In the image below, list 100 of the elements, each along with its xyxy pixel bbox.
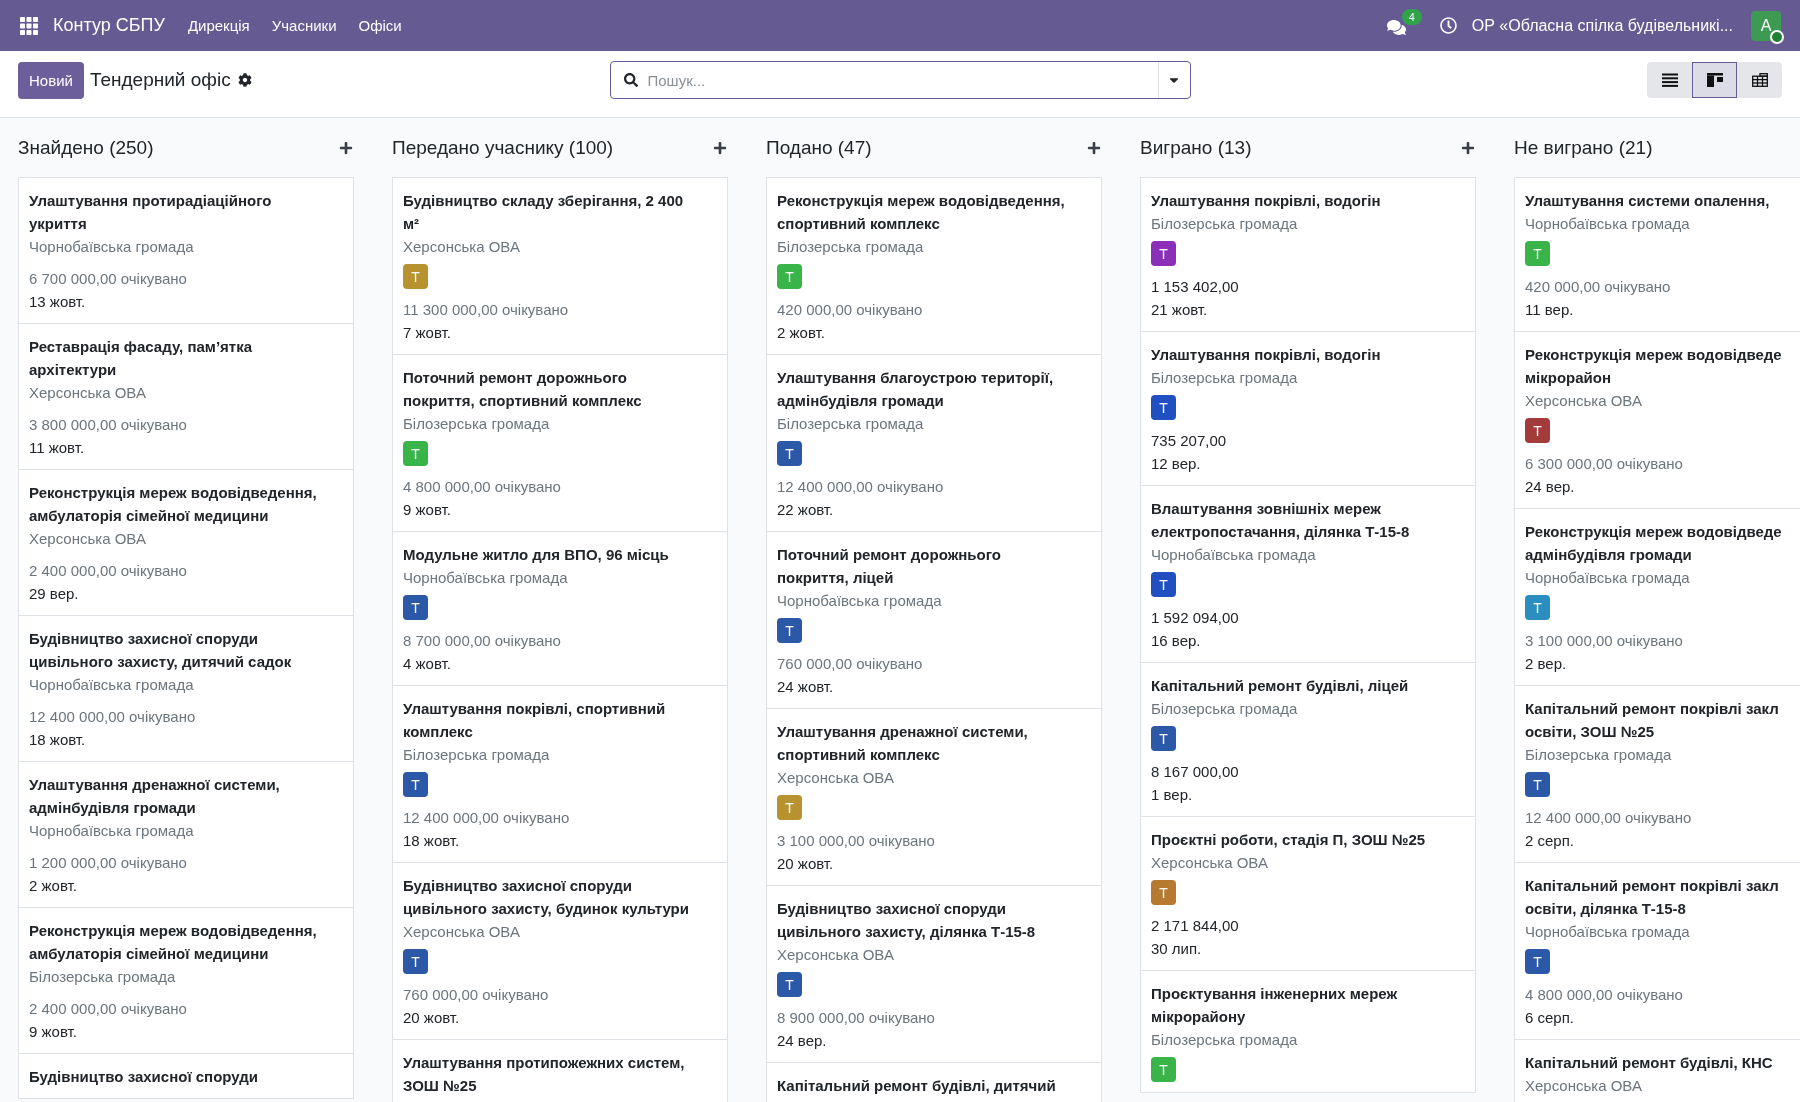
user-avatar: Т (1151, 241, 1176, 266)
plus-icon[interactable] (1461, 141, 1475, 155)
card-amount: 8 900 000,00 очікувано (777, 1008, 935, 1028)
apps-grid-icon[interactable] (20, 16, 38, 35)
kanban-card[interactable]: Реконструкція мереж водовідведення, амбулаторія сімейної медицини Херсонська ОВА 2 400 000,00 очікувано 29 вер. (18, 469, 354, 616)
search-icon (623, 73, 638, 87)
kanban-card[interactable]: Проєктування інженерних мереж мікрорайону Білозерська громада Т (1140, 970, 1476, 1093)
kanban-card[interactable]: Реставрація фасаду, пам’ятка архітектури Херсонська ОВА 3 800 000,00 очікувано 11 жовт. (18, 323, 354, 470)
card-title: Влаштування зовнішніх мереж електропостачання, ділянка Т-15-8 (1151, 499, 1410, 542)
kanban-card[interactable]: Модульне житло для ВПО, 96 місць Чорнобаївська громада Т 8 700 000,00 очікувано 4 жовт. (392, 531, 728, 686)
menu-item[interactable]: Офіси (347, 17, 413, 34)
card-subtitle: Чорнобаївська громада (29, 821, 194, 841)
kanban-card[interactable]: Реконструкція мереж водовідведе мікрорайон Херсонська ОВА Т 6 300 000,00 очікувано 24 вер. (1514, 331, 1800, 509)
chat-icon[interactable] (1386, 17, 1406, 37)
card-amount: 1 592 094,00 (1151, 608, 1239, 628)
kanban-card[interactable]: Поточний ремонт дорожнього покриття, ліцей Чорнобаївська громада Т 760 000,00 очікувано 24 жовт. (766, 531, 1102, 709)
user-avatar: Т (403, 264, 428, 289)
card-title: Капітальний ремонт будівлі, КНС (1525, 1053, 1773, 1073)
user-avatar: Т (1151, 395, 1176, 420)
kanban-card[interactable]: Проєктні роботи, стадія П, ЗОШ №25 Херсонська ОВА Т 2 171 844,00 30 лип. (1140, 816, 1476, 971)
kanban-card[interactable]: Капітальний ремонт покрівлі закл освіти, ділянка Т-15-8 Чорнобаївська громада Т 4 800 000,00 очікувано 6 серп. (1514, 862, 1800, 1040)
card-date: 12 вер. (1151, 454, 1201, 474)
kanban-card[interactable]: Капітальний ремонт будівлі, ліцей Білозерська громада Т 8 167 000,00 1 вер. (1140, 662, 1476, 817)
card-date: 20 жовт. (777, 854, 834, 874)
user-avatar: Т (1151, 572, 1176, 597)
new-button[interactable]: Новий (18, 61, 84, 99)
card-title: Модульне житло для ВПО, 96 місць (403, 545, 669, 565)
menu-item[interactable]: Дирекція (176, 17, 261, 34)
table-view-button[interactable] (1737, 62, 1782, 98)
menu-item[interactable]: Учасники (260, 17, 348, 34)
card-amount: 2 400 000,00 очікувано (29, 561, 187, 581)
kanban-card[interactable]: Улаштування дренажної системи, спортивний комплекс Херсонська ОВА Т 3 100 000,00 очікувано 20 жовт. (766, 708, 1102, 886)
card-amount: 760 000,00 очікувано (403, 985, 549, 1005)
kanban-card[interactable]: Будівництво захисної споруди цивільного захисту, дитячий садок Чорнобаївська громада 12 400 000,00 очікувано 18 жовт. (18, 615, 354, 762)
kanban-card[interactable]: Улаштування системи опалення, Чорнобаївська громада Т 420 000,00 очікувано 11 вер. (1514, 177, 1800, 332)
card-title: Капітальний ремонт покрівлі закл освіти, ЗОШ №25 (1525, 699, 1779, 742)
kanban-card[interactable]: Влаштування зовнішніх мереж електропостачання, ділянка Т-15-8 Чорнобаївська громада Т 1 592 094,00 16 вер. (1140, 485, 1476, 663)
kanban-card[interactable]: Улаштування покрівлі, водогін Білозерська громада Т 735 207,00 12 вер. (1140, 331, 1476, 486)
kanban-card[interactable]: Будівництво захисної споруди цивільного захисту, ділянка Т-15-8 Херсонська ОВА Т 8 900 000,00 очікувано 24 вер. (766, 885, 1102, 1063)
card-title: Проєктування інженерних мереж мікрорайону (1151, 984, 1398, 1027)
kanban-card[interactable]: Будівництво захисної споруди (18, 1053, 354, 1099)
card-title: Улаштування дренажної системи, спортивний комплекс (777, 722, 1028, 765)
kanban-card[interactable]: Реконструкція мереж водовідведення, спортивний комплекс Білозерська громада Т 420 000,00 очікувано 2 жовт. (766, 177, 1102, 355)
company-name[interactable]: ОР «Обласна спілка будівельникі... (1471, 16, 1733, 35)
app-title[interactable]: Контур СБПУ (53, 15, 165, 36)
card-date: 22 жовт. (777, 500, 834, 520)
card-subtitle: Білозерська громада (1151, 368, 1298, 388)
kanban-card[interactable]: Улаштування дренажної системи, адмінбудівля громади Чорнобаївська громада 1 200 000,00 очікувано 2 жовт. (18, 761, 354, 908)
kanban-card[interactable]: Реконструкція мереж водовідведення, амбулаторія сімейної медицини Білозерська громада 2 400 000,00 очікувано 9 жовт. (18, 907, 354, 1054)
card-title: Улаштування системи опалення, (1525, 191, 1770, 211)
card-date: 2 серп. (1525, 831, 1574, 851)
card-date: 7 жовт. (403, 323, 451, 343)
card-amount: 1 200 000,00 очікувано (29, 853, 187, 873)
search-field[interactable]: Пошук... (609, 61, 1191, 99)
user-avatar: Т (403, 595, 428, 620)
column-title: Знайдено (250) (18, 137, 154, 159)
kanban-card[interactable]: Улаштування протипожежних систем, ЗОШ №25 (392, 1039, 728, 1102)
kanban-card[interactable]: Улаштування благоустрою території, адмінбудівля громади Білозерська громада Т 12 400 000,00 очікувано 22 жовт. (766, 354, 1102, 532)
card-subtitle: Херсонська ОВА (1151, 853, 1268, 873)
card-subtitle: Білозерська громада (1151, 699, 1298, 719)
user-avatar: Т (403, 949, 428, 974)
kanban-card[interactable]: Улаштування покрівлі, водогін Білозерська громада Т 1 153 402,00 21 жовт. (1140, 177, 1476, 332)
card-subtitle: Чорнобаївська громада (777, 591, 942, 611)
kanban-card[interactable]: Будівництво складу зберігання, 2 400 м² Херсонська ОВА Т 11 300 000,00 очікувано 7 жовт. (392, 177, 728, 355)
plus-icon[interactable] (339, 141, 353, 155)
user-avatar: Т (1525, 418, 1550, 443)
kanban-card[interactable]: Улаштування покрівлі, спортивний комплекс Білозерська громада Т 12 400 000,00 очікувано 18 жовт. (392, 685, 728, 863)
plus-icon[interactable] (713, 141, 727, 155)
kanban-card[interactable]: Капітальний ремонт покрівлі закл освіти, ЗОШ №25 Білозерська громада Т 12 400 000,00 очікувано 2 серп. (1514, 685, 1800, 863)
kanban-card[interactable]: Реконструкція мереж водовідведе адмінбудівля громади Чорнобаївська громада Т 3 100 000,00 очікувано 2 вер. (1514, 508, 1800, 686)
kanban-view-button[interactable] (1692, 62, 1737, 98)
kanban-card[interactable]: Капітальний ремонт будівлі, дитячий (766, 1062, 1102, 1102)
kanban-card[interactable]: Улаштування протирадіаційного укриття Чорнобаївська громада 6 700 000,00 очікувано 13 жовт. (18, 177, 354, 324)
card-date: 18 жовт. (403, 831, 460, 851)
notification-badge: 4 (1401, 8, 1422, 25)
list-view-button[interactable] (1647, 62, 1692, 98)
card-subtitle: Херсонська ОВА (403, 922, 520, 942)
card-amount: 8 167 000,00 (1151, 762, 1239, 782)
card-subtitle: Херсонська ОВА (777, 768, 894, 788)
card-title: Улаштування покрівлі, водогін (1151, 191, 1381, 211)
kanban-card[interactable]: Будівництво захисної споруди цивільного захисту, будинок культури Херсонська ОВА Т 760 000,00 очікувано 20 жовт. (392, 862, 728, 1040)
card-amount: 2 171 844,00 (1151, 916, 1239, 936)
card-amount: 6 300 000,00 очікувано (1525, 454, 1683, 474)
kanban-card[interactable]: Поточний ремонт дорожнього покриття, спортивний комплекс Білозерська громада Т 4 800 000,00 очікувано 9 жовт. (392, 354, 728, 532)
plus-icon[interactable] (1087, 141, 1101, 155)
card-amount: 11 300 000,00 очікувано (403, 300, 569, 320)
card-subtitle: Чорнобаївська громада (1525, 922, 1690, 942)
card-date: 9 жовт. (29, 1022, 77, 1042)
settings-icon[interactable] (237, 73, 252, 87)
card-title: Улаштування благоустрою території, адмінбудівля громади (777, 368, 1054, 411)
card-subtitle: Білозерська громада (1525, 745, 1672, 765)
card-date: 24 жовт. (777, 677, 834, 697)
card-date: 9 жовт. (403, 500, 451, 520)
card-title: Капітальний ремонт покрівлі закл освіти, ділянка Т-15-8 (1525, 876, 1779, 919)
card-date: 2 вер. (1525, 654, 1567, 674)
user-avatar[interactable]: A (1751, 10, 1781, 41)
user-avatar: Т (1525, 241, 1550, 266)
search-input[interactable]: Пошук... (637, 66, 1158, 94)
kanban-card[interactable]: Капітальний ремонт будівлі, КНС Херсонська ОВА (1514, 1039, 1800, 1102)
clock-icon[interactable] (1439, 17, 1457, 34)
